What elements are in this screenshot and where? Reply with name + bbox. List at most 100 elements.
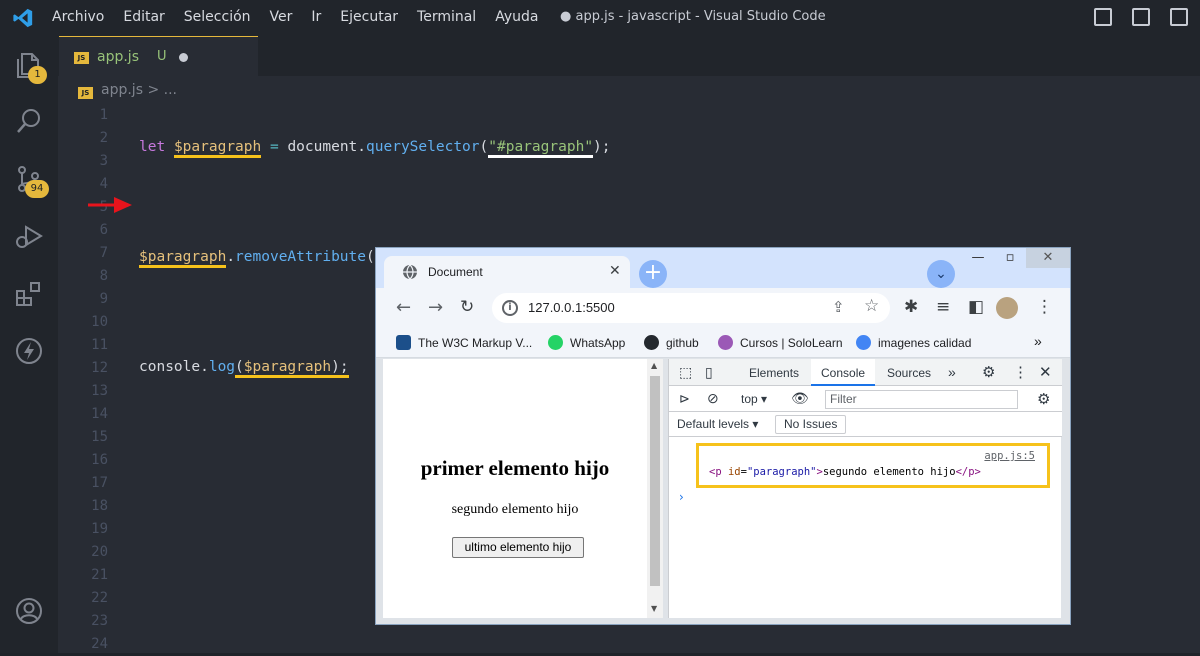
close-window-icon[interactable]: ✕	[1026, 248, 1070, 268]
thunder-client-icon[interactable]	[14, 336, 44, 366]
paragraph-variable: $paragraph	[173, 139, 262, 158]
reading-list-icon[interactable]: ≡	[936, 297, 950, 317]
menu-ir[interactable]: Ir	[311, 9, 321, 25]
line-number: 9	[99, 291, 108, 307]
logged-element[interactable]: <p id="paragraph">segundo elemento hijo<…	[709, 466, 981, 478]
menu-terminal[interactable]: Terminal	[417, 9, 476, 25]
site-info-icon[interactable]: i	[502, 300, 518, 316]
extensions-icon[interactable]	[14, 279, 44, 309]
layout-controls	[1094, 8, 1188, 26]
scroll-up-icon[interactable]: ▲	[651, 361, 657, 370]
unsaved-dot-icon[interactable]	[179, 53, 188, 62]
whatsapp-icon	[548, 335, 563, 350]
menu-seleccion[interactable]: Selección	[184, 9, 251, 25]
bookmark-star-icon[interactable]: ☆	[864, 296, 879, 316]
back-icon[interactable]: ←	[396, 297, 411, 318]
menu-ayuda[interactable]: Ayuda	[495, 9, 538, 25]
more-bookmarks-icon[interactable]: »	[1034, 333, 1042, 349]
console-toolbar: ⊳ ⊘ top ▾ 👁 Filter ⚙	[669, 386, 1062, 412]
clear-console-icon[interactable]: ⊘	[707, 390, 719, 407]
bookmark-imagenes[interactable]: imagenes calidad	[856, 335, 971, 350]
log-levels-dropdown[interactable]: Default levels ▾	[677, 417, 758, 431]
menu-archivo[interactable]: Archivo	[52, 9, 104, 25]
profile-avatar[interactable]	[996, 297, 1018, 319]
close-devtools-icon[interactable]: ✕	[1039, 363, 1052, 381]
menu-editar[interactable]: Editar	[123, 9, 164, 25]
close-tab-icon[interactable]: ✕	[609, 263, 621, 279]
log-source-link[interactable]: app.js:5	[984, 450, 1035, 462]
console-levels-bar: Default levels ▾ No Issues	[669, 412, 1062, 437]
line-number: 19	[91, 521, 108, 537]
settings-gear-icon[interactable]: ⚙	[982, 363, 995, 381]
line-number: 12	[91, 360, 108, 376]
red-arrow-icon	[88, 197, 132, 213]
breadcrumb-rest[interactable]: > ...	[147, 82, 177, 98]
issues-button[interactable]: No Issues	[775, 415, 847, 434]
device-toggle-icon[interactable]: ▯	[705, 364, 713, 381]
menu-ejecutar[interactable]: Ejecutar	[340, 9, 398, 25]
editor-tabs: JS app.js U	[58, 36, 1200, 76]
devtools-menu-icon[interactable]: ⋮	[1013, 363, 1028, 381]
forward-icon[interactable]: →	[428, 297, 443, 318]
line-number: 13	[91, 383, 108, 399]
explorer-badge: 1	[28, 66, 47, 84]
live-expression-eye-icon[interactable]: 👁	[791, 390, 809, 407]
line-number: 4	[99, 176, 108, 192]
maximize-icon[interactable]: ▫	[994, 248, 1026, 268]
menu-ver[interactable]: Ver	[270, 9, 293, 25]
tab-elements[interactable]: Elements	[749, 366, 799, 380]
line-number: 14	[91, 406, 108, 422]
minimize-icon[interactable]: —	[962, 248, 994, 268]
more-tabs-icon[interactable]: »	[948, 364, 956, 380]
line-number: 11	[91, 337, 108, 353]
side-panel-icon[interactable]: ◧	[968, 297, 984, 317]
more-menu-icon[interactable]: ⋮	[1036, 297, 1053, 317]
url-text[interactable]: 127.0.0.1:5500	[528, 300, 615, 315]
bookmark-github[interactable]: github	[644, 335, 699, 350]
scroll-thumb[interactable]	[650, 376, 660, 586]
bookmark-sololearn[interactable]: Cursos | SoloLearn	[718, 335, 843, 350]
tab-console[interactable]: Console	[811, 359, 875, 386]
console-filter-input[interactable]: Filter	[825, 390, 1018, 409]
breadcrumb-file[interactable]: app.js	[101, 82, 143, 98]
console-settings-icon[interactable]: ⚙	[1037, 390, 1050, 408]
line-number: 10	[91, 314, 108, 330]
console-prompt[interactable]: ›	[679, 490, 684, 504]
globe-icon	[403, 264, 417, 280]
breadcrumb: JS app.js > ...	[78, 82, 177, 99]
bookmark-whatsapp[interactable]: WhatsApp	[548, 335, 625, 350]
toggle-sidebar-icon[interactable]	[1094, 8, 1112, 26]
context-selector[interactable]: top ▾	[741, 392, 767, 406]
toggle-panel-icon[interactable]	[1132, 8, 1150, 26]
bookmarks-bar: The W3C Markup V... WhatsApp github Curs…	[376, 328, 1070, 358]
code-line-1: let $paragraph = document.querySelector(…	[139, 136, 611, 159]
browser-tab-bar: Document ✕ + ⌄ — ▫ ✕	[376, 248, 1070, 288]
account-icon[interactable]	[14, 596, 44, 626]
run-debug-icon[interactable]	[14, 221, 44, 251]
activity-bar: 1 94	[0, 36, 58, 653]
tab-search-icon[interactable]: ⌄	[927, 260, 955, 288]
share-icon[interactable]: ⇪	[832, 298, 845, 316]
tab-app-js[interactable]: JS app.js U	[59, 36, 258, 76]
line-number: 17	[91, 475, 108, 491]
reload-icon[interactable]: ↻	[460, 297, 474, 317]
extensions-puzzle-icon[interactable]: ✱	[904, 297, 918, 317]
browser-tab-title: Document	[428, 265, 483, 279]
bookmark-w3c[interactable]: The W3C Markup V...	[396, 335, 532, 350]
line-number: 18	[91, 498, 108, 514]
new-tab-button[interactable]: +	[639, 260, 667, 288]
tab-sources[interactable]: Sources	[887, 366, 931, 380]
search-icon[interactable]	[14, 106, 44, 136]
scroll-down-icon[interactable]: ▼	[651, 604, 657, 613]
toggle-secondary-sidebar-icon[interactable]	[1170, 8, 1188, 26]
page-button[interactable]: ultimo elemento hijo	[452, 537, 584, 558]
github-icon	[644, 335, 659, 350]
browser-tab[interactable]: Document ✕	[384, 256, 630, 288]
inspect-icon[interactable]: ⬚	[679, 364, 692, 381]
address-bar[interactable]: i 127.0.0.1:5500 ⇪ ☆	[492, 293, 890, 323]
sidebar-toggle-icon[interactable]: ⊳	[679, 391, 690, 407]
page-scrollbar[interactable]: ▲ ▼	[647, 359, 663, 618]
line-number: 7	[99, 245, 108, 261]
js-file-icon: JS	[74, 52, 89, 64]
line-number: 16	[91, 452, 108, 468]
